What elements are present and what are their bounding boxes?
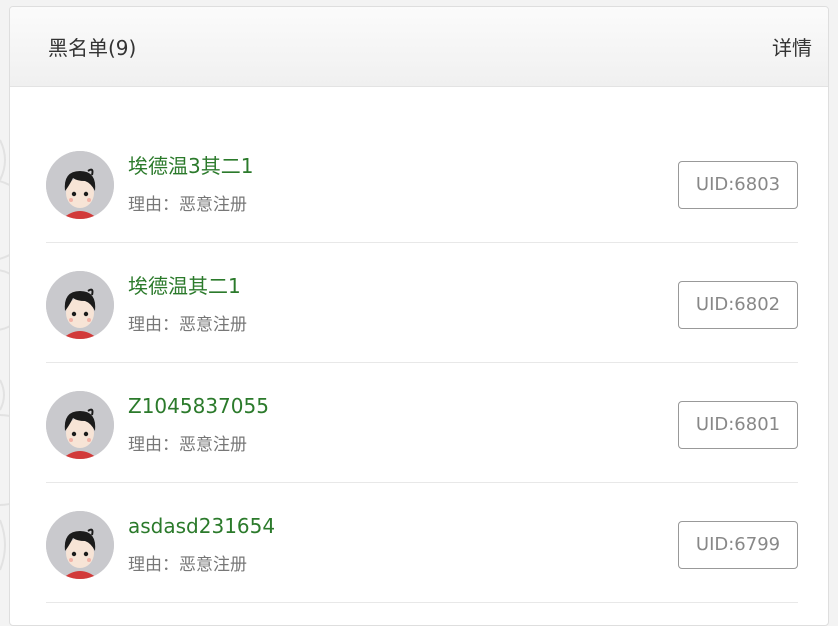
blacklist-list: 埃德温3其二1 理由：恶意注册 UID:6803 埃德温其二1 理由：恶意注册 … <box>10 123 828 603</box>
avatar-icon[interactable] <box>46 150 114 219</box>
avatar-icon[interactable] <box>46 510 114 579</box>
user-name[interactable]: Z1045837055 <box>128 394 678 418</box>
list-item: 埃德温其二1 理由：恶意注册 UID:6802 <box>46 243 798 363</box>
user-name[interactable]: asdasd231654 <box>128 514 678 538</box>
uid-badge[interactable]: UID:6803 <box>678 160 798 209</box>
user-info: 埃德温3其二1 理由：恶意注册 <box>128 154 678 215</box>
panel-title: 黑名单(9) <box>48 36 137 60</box>
user-info: asdasd231654 理由：恶意注册 <box>128 514 678 575</box>
list-item: asdasd231654 理由：恶意注册 UID:6799 <box>46 483 798 603</box>
block-reason: 理由：恶意注册 <box>128 555 247 575</box>
details-link[interactable]: 详情 <box>772 32 812 61</box>
panel-header: 黑名单(9) 详情 <box>10 7 828 87</box>
block-reason: 理由：恶意注册 <box>128 315 247 335</box>
blacklist-panel: 黑名单(9) 详情 埃德温3其二1 理由：恶意注册 UID:6803 埃德温其二… <box>9 6 829 626</box>
block-reason: 理由：恶意注册 <box>128 435 247 455</box>
avatar-icon[interactable] <box>46 270 114 339</box>
user-name[interactable]: 埃德温其二1 <box>128 274 678 298</box>
avatar-icon[interactable] <box>46 390 114 459</box>
uid-badge[interactable]: UID:6799 <box>678 520 798 569</box>
user-name[interactable]: 埃德温3其二1 <box>128 154 678 178</box>
uid-badge[interactable]: UID:6802 <box>678 280 798 329</box>
list-item: Z1045837055 理由：恶意注册 UID:6801 <box>46 363 798 483</box>
user-info: Z1045837055 理由：恶意注册 <box>128 394 678 455</box>
user-info: 埃德温其二1 理由：恶意注册 <box>128 274 678 335</box>
block-reason: 理由：恶意注册 <box>128 195 247 215</box>
uid-badge[interactable]: UID:6801 <box>678 400 798 449</box>
list-item: 埃德温3其二1 理由：恶意注册 UID:6803 <box>46 123 798 243</box>
